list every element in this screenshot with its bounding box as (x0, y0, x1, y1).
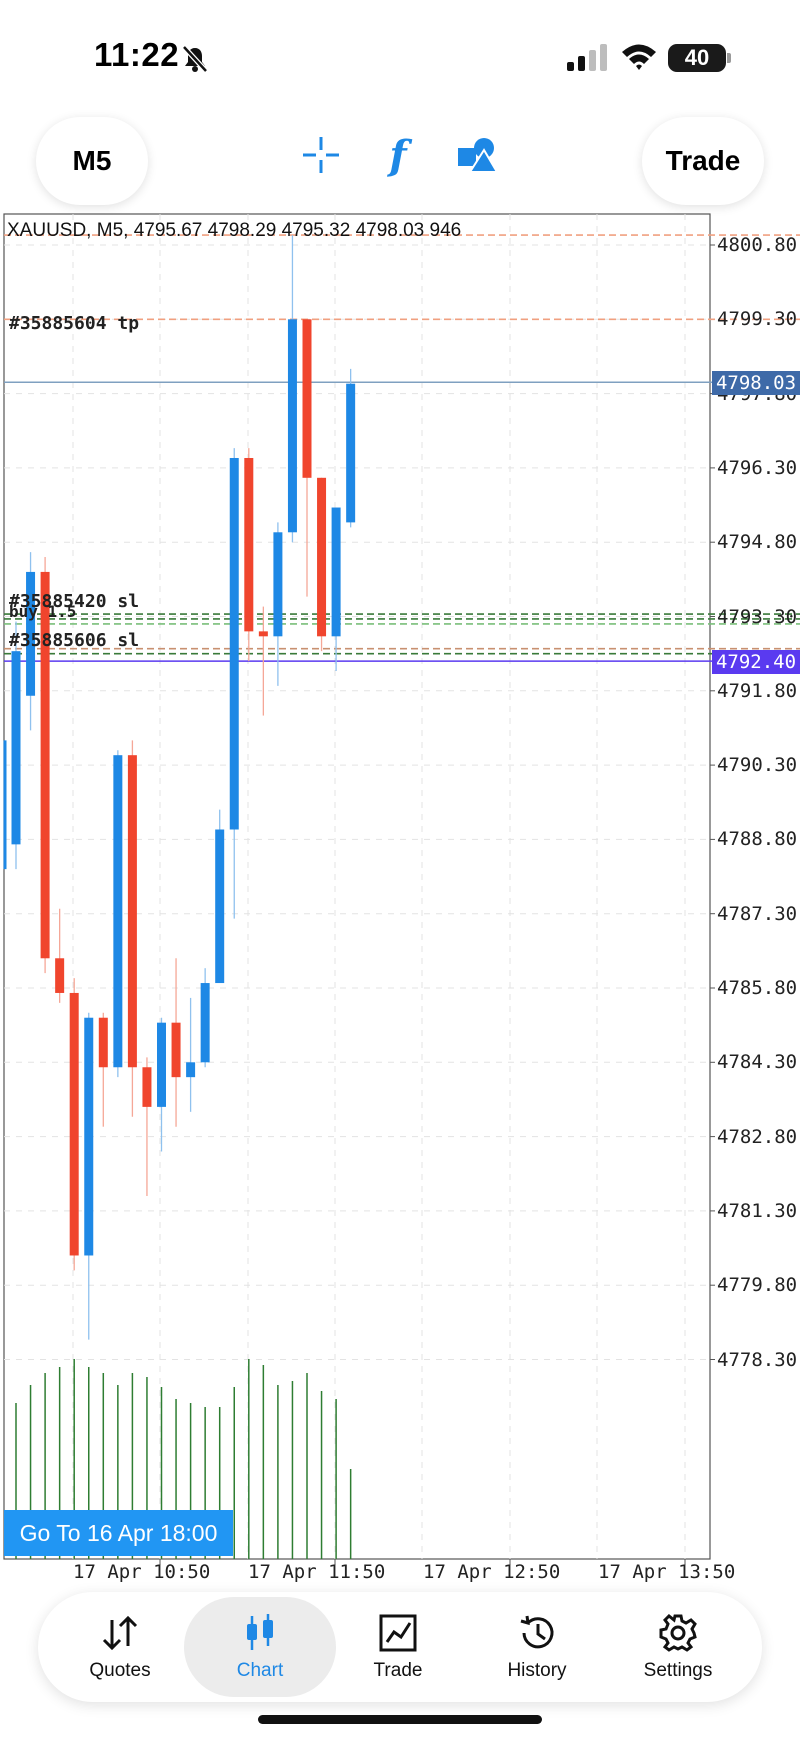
bull-candle (157, 1022, 166, 1107)
cellular-signal-icon (567, 44, 607, 71)
chart-icon (247, 1614, 273, 1650)
chart-canvas[interactable] (0, 210, 800, 1580)
bull-candle (11, 651, 21, 845)
time-tick-label: 17 Apr 12:50 (423, 1561, 561, 1583)
status-time: 11:22 (94, 36, 180, 73)
bull-candle (273, 532, 283, 637)
nav-settings-label: Settings (643, 1660, 713, 1681)
function-icon[interactable]: f (373, 130, 423, 180)
history-icon (520, 1615, 554, 1649)
nav-history[interactable]: History (467, 1592, 607, 1702)
wifi-icon (622, 44, 656, 70)
bear-candle (69, 992, 79, 1256)
time-tick-label: 17 Apr 11:50 (248, 1561, 386, 1583)
bull-candle (84, 1017, 94, 1256)
nav-history-label: History (507, 1660, 567, 1681)
bull-candle (346, 383, 356, 523)
bear-candle (55, 958, 65, 993)
buy-order-label: buy 1.5 (9, 602, 77, 621)
trade-button[interactable]: Trade (642, 117, 764, 205)
settings-icon (659, 1613, 697, 1652)
bull-candle (331, 507, 341, 637)
price-tick-label: 4800.80 (717, 234, 798, 256)
chart-info-line: XAUUSD, M5, 4795.67 4798.29 4795.32 4798… (7, 220, 462, 241)
bear-candle (171, 1022, 181, 1078)
bottom-nav: Quotes Chart Trade History Settings (38, 1592, 762, 1702)
goto-date-button[interactable]: Go To 16 Apr 18:00 (4, 1510, 233, 1556)
bull-candle (200, 983, 210, 1063)
bull-candle (113, 755, 123, 1068)
bear-candle (127, 755, 137, 1068)
price-tick-label: 4779.80 (717, 1274, 798, 1297)
price-tick-label: 4782.80 (717, 1125, 798, 1148)
time-tick-label: 17 Apr 13:50 (598, 1561, 736, 1583)
bull-candle (287, 319, 297, 533)
bull-candle (186, 1062, 196, 1078)
bear-candle (98, 1017, 108, 1068)
battery-indicator: 40 (668, 44, 731, 72)
bell-slash-icon (182, 45, 208, 73)
quotes-icon (102, 1615, 138, 1651)
nav-quotes-label: Quotes (89, 1660, 151, 1681)
crosshair-icon[interactable] (296, 130, 346, 180)
chart-frame (3, 213, 711, 1560)
price-tick-label: 4790.30 (717, 754, 798, 777)
sl-order-label-lower: #35885606 sl (9, 630, 140, 651)
bear-candle (142, 1067, 152, 1107)
time-tick-label: 17 Apr 10:50 (73, 1561, 211, 1583)
bear-candle (317, 477, 327, 637)
price-tick-label: 4787.30 (717, 902, 798, 925)
shapes-icon[interactable] (452, 130, 502, 180)
price-tick-label: 4781.30 (717, 1199, 798, 1222)
nav-chart-label: Chart (236, 1660, 284, 1681)
nav-trade-label: Trade (373, 1660, 423, 1681)
battery-level: 40 (684, 45, 710, 70)
trade-icon (379, 1614, 417, 1652)
bear-candle (258, 631, 268, 637)
bull-candle (215, 829, 225, 984)
nav-quotes[interactable]: Quotes (50, 1592, 190, 1702)
timeframe-button[interactable]: M5 (36, 117, 148, 205)
nav-chart[interactable]: Chart (184, 1597, 336, 1697)
bear-candle (244, 457, 254, 632)
price-tick-label: 4794.80 (717, 531, 798, 554)
price-tick-label: 4778.30 (717, 1348, 798, 1371)
price-chart[interactable]: XAUUSD, M5, 4795.67 4798.29 4795.32 4798… (0, 210, 800, 1583)
price-tick-label: 4799.30 (717, 308, 798, 331)
bid-price-badge: 4798.03 (712, 371, 800, 395)
status-bar: 11:22 40 (0, 0, 800, 110)
nav-trade[interactable]: Trade (328, 1592, 468, 1702)
price-tick-label: 4785.80 (717, 977, 798, 999)
bull-candle (229, 457, 239, 830)
home-indicator (258, 1715, 542, 1724)
bear-candle (302, 319, 312, 478)
price-tick-label: 4788.80 (717, 828, 798, 851)
price-tick-label: 4796.30 (717, 456, 798, 479)
price-tick-label: 4784.30 (717, 1051, 798, 1074)
tp-order-label: #35885604 tp (9, 313, 140, 334)
price-tick-label: 4793.30 (717, 605, 798, 628)
ask-price-badge: 4792.40 (712, 650, 800, 674)
nav-settings[interactable]: Settings (608, 1592, 748, 1702)
chart-toolbar: M5 f Trade (0, 110, 800, 210)
price-tick-label: 4791.80 (717, 679, 798, 702)
